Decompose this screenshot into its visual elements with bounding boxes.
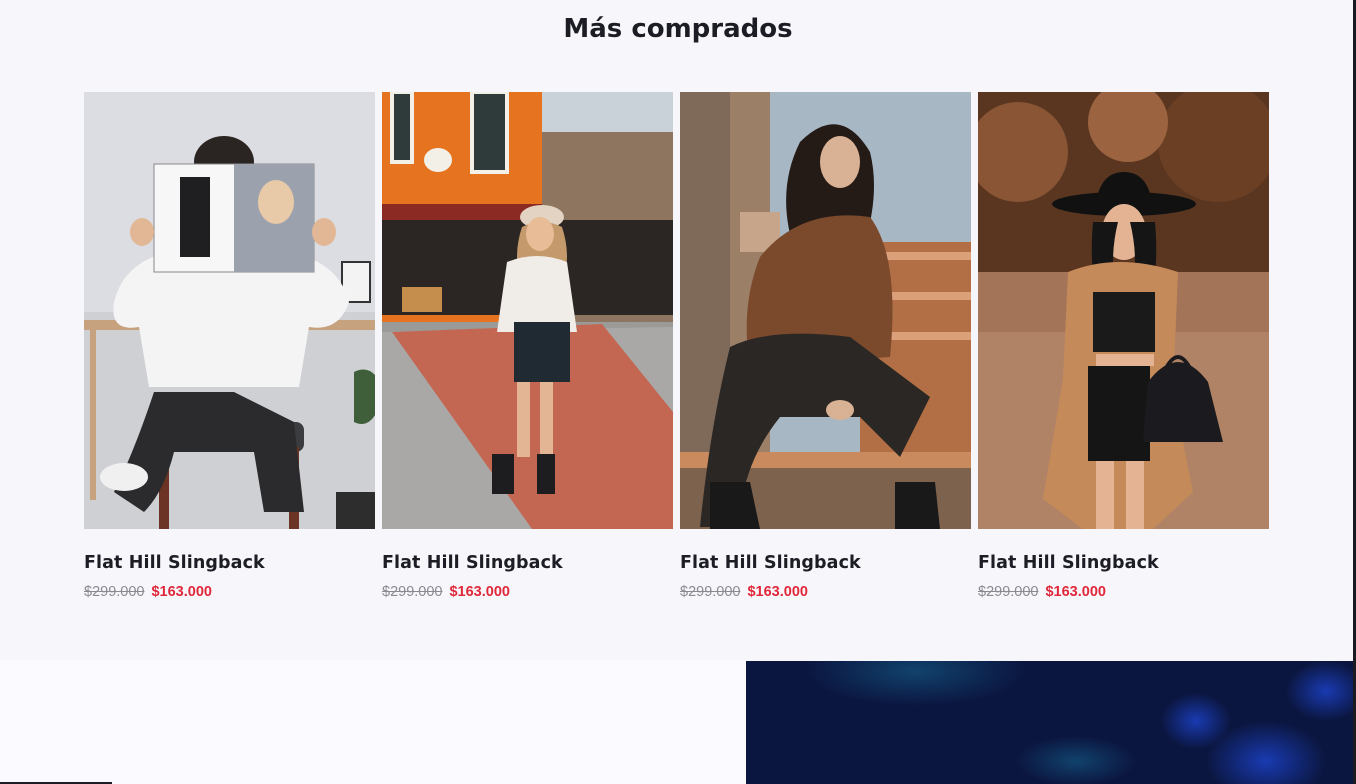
product-image[interactable] [84,92,375,529]
woman-reading-magazine-photo [84,92,375,529]
product-card[interactable]: Flat Hill Slingback $299.000 $163.000 [680,92,971,600]
product-name[interactable]: Flat Hill Slingback [382,553,673,573]
old-price: $299.000 [382,584,443,600]
sale-price: $163.000 [449,584,510,600]
section-title: Más comprados [563,14,793,44]
product-image[interactable] [680,92,971,529]
sale-price: $163.000 [747,584,808,600]
old-price: $299.000 [84,584,145,600]
product-price: $299.000 $163.000 [680,584,971,600]
product-card[interactable]: Flat Hill Slingback $299.000 $163.000 [978,92,1269,600]
product-card[interactable]: Flat Hill Slingback $299.000 $163.000 [84,92,375,600]
product-price: $299.000 $163.000 [978,584,1269,600]
product-grid: Flat Hill Slingback $299.000 $163.000 Fl… [84,92,1269,600]
product-name[interactable]: Flat Hill Slingback [84,553,375,573]
sale-price: $163.000 [1045,584,1106,600]
bokeh-background-image [746,661,1353,784]
promo-banner [746,661,1353,784]
woman-brown-sweater-photo [680,92,971,529]
product-image[interactable] [978,92,1269,529]
sale-price: $163.000 [151,584,212,600]
woman-on-street-photo [382,92,673,529]
product-name[interactable]: Flat Hill Slingback [680,553,971,573]
product-image[interactable] [382,92,673,529]
lower-band [0,660,746,784]
old-price: $299.000 [680,584,741,600]
product-price: $299.000 $163.000 [382,584,673,600]
product-price: $299.000 $163.000 [84,584,375,600]
woman-black-hat-photo [978,92,1269,529]
old-price: $299.000 [978,584,1039,600]
product-card[interactable]: Flat Hill Slingback $299.000 $163.000 [382,92,673,600]
product-name[interactable]: Flat Hill Slingback [978,553,1269,573]
page: Más comprados Flat Hill Slingback $299.0… [0,0,1356,784]
